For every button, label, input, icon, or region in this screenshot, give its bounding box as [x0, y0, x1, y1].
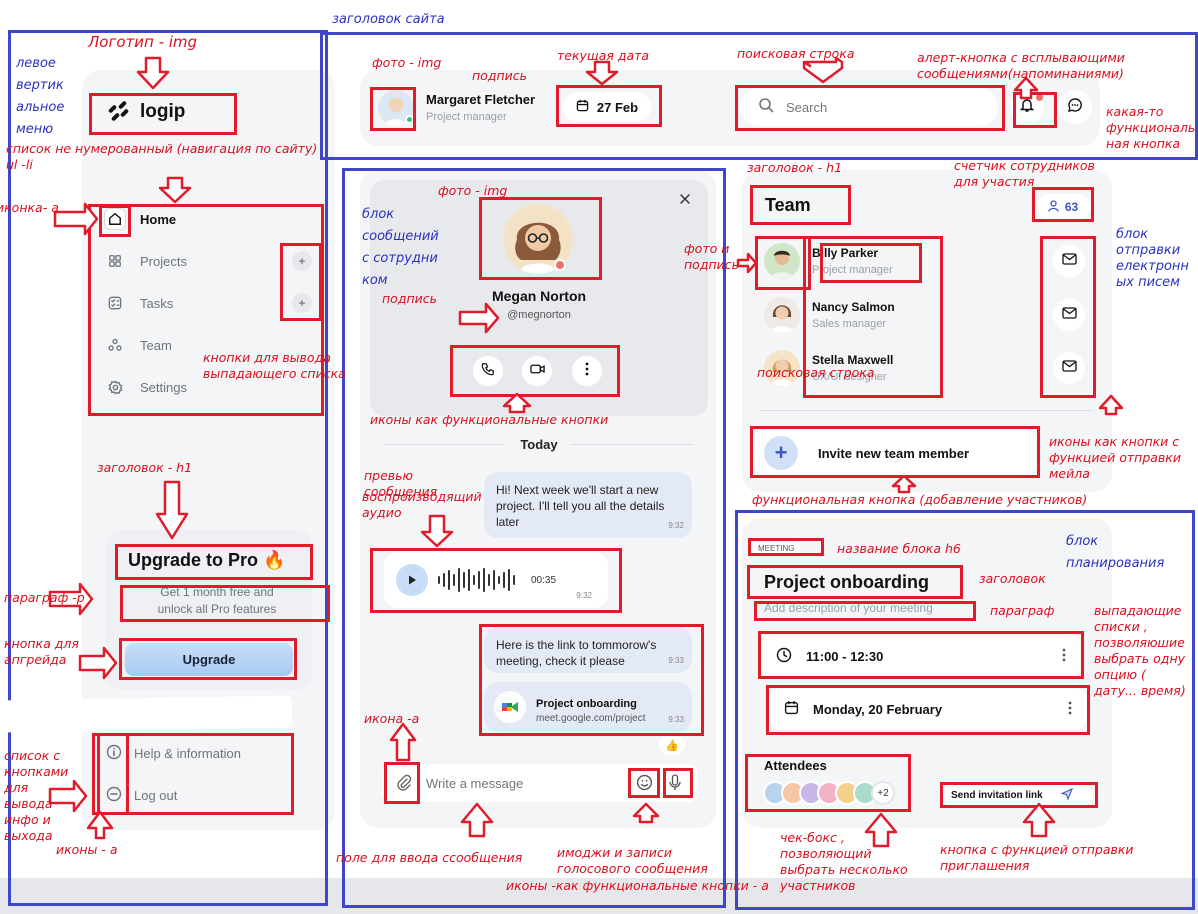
annotation-icons-func: иконы как функциональные кнопки	[370, 412, 609, 427]
annotation-planning: блок планирования	[1066, 534, 1165, 571]
annotation-icons-a: иконы - а	[56, 842, 118, 857]
annotation-current-date: текущая дата	[557, 48, 650, 63]
annotation-chat-block: блок сообщений с сотрудни ком	[362, 207, 439, 288]
annotation-alert-button: алерт-кнопка с всплывающими сообщениями(…	[917, 50, 1125, 81]
annotation-paragraph: параграф -p	[4, 590, 85, 605]
annotation-nav-list: список не нумерованный (навигация по сай…	[6, 141, 318, 172]
annotation-dropdown-buttons: кнопки для вывода выпадающего списка	[203, 350, 346, 381]
annotation-caption-2: подпись	[382, 291, 437, 306]
annotation-icons-mail: иконы как кнопки с функцией отправки мей…	[1049, 434, 1181, 481]
annotation-checkbox: чек-бокс , позволяющий выбрать несколько…	[780, 830, 908, 893]
annotation-left-menu: левое вертик альное меню	[16, 56, 65, 137]
annotation-message-field: поле для ввода ссообщения	[336, 850, 523, 865]
annotation-icon-a-2: икона -а	[364, 711, 420, 726]
annotation-search-bar: поисковая строка	[737, 46, 855, 61]
annotation-site-header: заголовок сайта	[332, 12, 445, 27]
annotation-dropdowns: выпадающие списки , позволяюшие выбрать …	[1094, 603, 1186, 698]
annotation-audio-player: воспроизводящий аудио	[362, 489, 482, 520]
annotation-photo-caption: фото и подпись	[684, 241, 739, 272]
annotation-add-button: функциональная кнопка (добавление участн…	[752, 492, 1088, 507]
annotation-heading: заголовок	[979, 571, 1046, 586]
annotation-block-name: название блока h6	[837, 541, 961, 556]
annotation-mail-block: блок отправки електронн ых писем	[1116, 227, 1189, 290]
annotation-caption: подпись	[472, 68, 527, 83]
annotation-photo-img: фото - img	[372, 55, 442, 70]
annotation-paragraph-2: параграф	[990, 603, 1055, 618]
annotation-info-list: список с кнопками для вывода инфо и выхо…	[4, 748, 69, 843]
annotation-icons-func-2: иконы -как функциональные кнопки - а	[506, 878, 769, 893]
annotation-counter: счетчик сотрудников для участия	[954, 158, 1095, 189]
annotation-func-button: какая-то функциональ ная кнопка	[1106, 104, 1196, 151]
annotation-photo-img-2: фото - img	[438, 183, 508, 198]
annotation-emoji-voice: имоджи и записи голосового сообщения	[557, 845, 708, 876]
annotation-upgrade-button: кнопка для апгрейда	[4, 636, 79, 667]
annotation-icon-a: иконка- a	[0, 200, 59, 215]
annotation-team-h1: заголовок - h1	[747, 160, 843, 175]
annotation-logo: Логотип - img	[88, 33, 198, 51]
annotation-h1: заголовок - h1	[97, 460, 193, 475]
annotation-invite-button: кнопка с функцией отправки приглашения	[940, 842, 1134, 873]
annotation-arrows	[48, 56, 1124, 848]
annotation-search-line: поисковая строка	[757, 365, 875, 380]
